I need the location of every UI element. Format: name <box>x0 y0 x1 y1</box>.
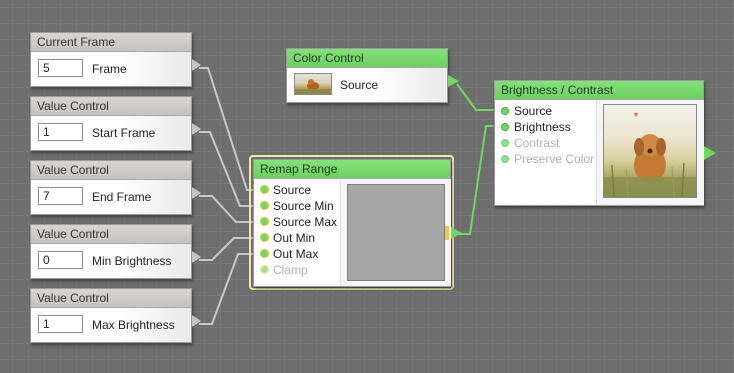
brightness-contrast-node[interactable]: Brightness / Contrast Source Brightness … <box>494 80 716 206</box>
end-frame-label: End Frame <box>92 190 152 204</box>
start-frame-value-field[interactable]: 1 <box>38 123 83 141</box>
min-brightness-output-port[interactable] <box>192 251 201 263</box>
frame-label: Frame <box>92 62 127 76</box>
input-contrast[interactable]: Contrast <box>501 135 559 151</box>
node-title[interactable]: Remap Range <box>254 160 450 179</box>
node-title[interactable]: Value Control <box>31 225 191 244</box>
node-title[interactable]: Value Control <box>31 289 191 308</box>
input-out-min[interactable]: Out Min <box>260 230 315 246</box>
max-brightness-value-field[interactable]: 1 <box>38 315 83 333</box>
max-brightness-label: Max Brightness <box>92 318 175 332</box>
input-source-max[interactable]: Source Max <box>260 214 337 230</box>
input-label: Out Min <box>273 231 316 245</box>
remap-output-port[interactable] <box>451 227 462 239</box>
min-brightness-label: Min Brightness <box>92 254 172 268</box>
current-frame-node[interactable]: Current Frame 5 Frame <box>30 32 201 87</box>
start-frame-node[interactable]: Value Control 1 Start Frame <box>30 96 201 151</box>
input-brightness[interactable]: Brightness <box>501 119 571 135</box>
source-label: Source <box>340 78 379 92</box>
input-port-dot[interactable] <box>260 249 269 258</box>
input-port-dot[interactable] <box>260 201 269 210</box>
color-output-port[interactable] <box>448 75 459 87</box>
end-frame-node[interactable]: Value Control 7 End Frame <box>30 160 201 215</box>
input-label: Preserve Color <box>514 152 595 166</box>
output-port-highlight <box>445 226 449 240</box>
input-label: Source <box>273 183 312 197</box>
input-label: Brightness <box>514 120 571 134</box>
max-brightness-node[interactable]: Value Control 1 Max Brightness <box>30 288 201 343</box>
input-label: Contrast <box>514 136 560 150</box>
end-frame-output-port[interactable] <box>192 187 201 199</box>
color-control-node[interactable]: Color Control Source <box>286 48 459 103</box>
remap-preview-swatch <box>340 179 451 286</box>
remap-range-node[interactable]: Remap Range Source Source Min Source Max… <box>253 159 462 287</box>
input-label: Clamp <box>273 263 308 277</box>
input-label: Out Max <box>273 247 319 261</box>
input-clamp[interactable]: Clamp <box>260 262 308 278</box>
input-port-dot[interactable] <box>260 233 269 242</box>
input-label: Source <box>514 104 553 118</box>
input-source[interactable]: Source <box>260 182 311 198</box>
input-label: Source Max <box>273 215 338 229</box>
input-out-max[interactable]: Out Max <box>260 246 318 262</box>
input-port-dot[interactable] <box>501 139 509 147</box>
input-label: Source Min <box>273 199 334 213</box>
input-port-dot[interactable] <box>260 217 269 226</box>
input-preserve-color[interactable]: Preserve Color <box>501 151 594 167</box>
frame-value-field[interactable]: 5 <box>38 59 83 77</box>
node-title[interactable]: Current Frame <box>31 33 191 52</box>
bc-preview-panel <box>596 100 704 205</box>
node-title[interactable]: Value Control <box>31 161 191 180</box>
node-title[interactable]: Value Control <box>31 97 191 116</box>
end-frame-value-field[interactable]: 7 <box>38 187 83 205</box>
input-port-dot[interactable] <box>501 107 509 115</box>
bc-output-port[interactable] <box>704 146 716 160</box>
input-port-dot[interactable] <box>501 155 509 163</box>
node-title[interactable]: Color Control <box>287 49 447 68</box>
input-source-min[interactable]: Source Min <box>260 198 334 214</box>
start-frame-output-port[interactable] <box>192 123 201 135</box>
dog-in-field-photo-icon <box>603 104 697 198</box>
input-port-dot[interactable] <box>260 185 269 194</box>
input-source[interactable]: Source <box>501 103 552 119</box>
node-title[interactable]: Brightness / Contrast <box>495 81 703 100</box>
dog-photo-thumbnail-icon <box>294 73 332 95</box>
input-port-dot[interactable] <box>501 123 509 131</box>
frame-output-port[interactable] <box>192 59 201 71</box>
min-brightness-node[interactable]: Value Control 0 Min Brightness <box>30 224 201 279</box>
max-brightness-output-port[interactable] <box>192 315 201 327</box>
input-port-dot[interactable] <box>260 265 269 274</box>
min-brightness-value-field[interactable]: 0 <box>38 251 83 269</box>
start-frame-label: Start Frame <box>92 126 156 140</box>
